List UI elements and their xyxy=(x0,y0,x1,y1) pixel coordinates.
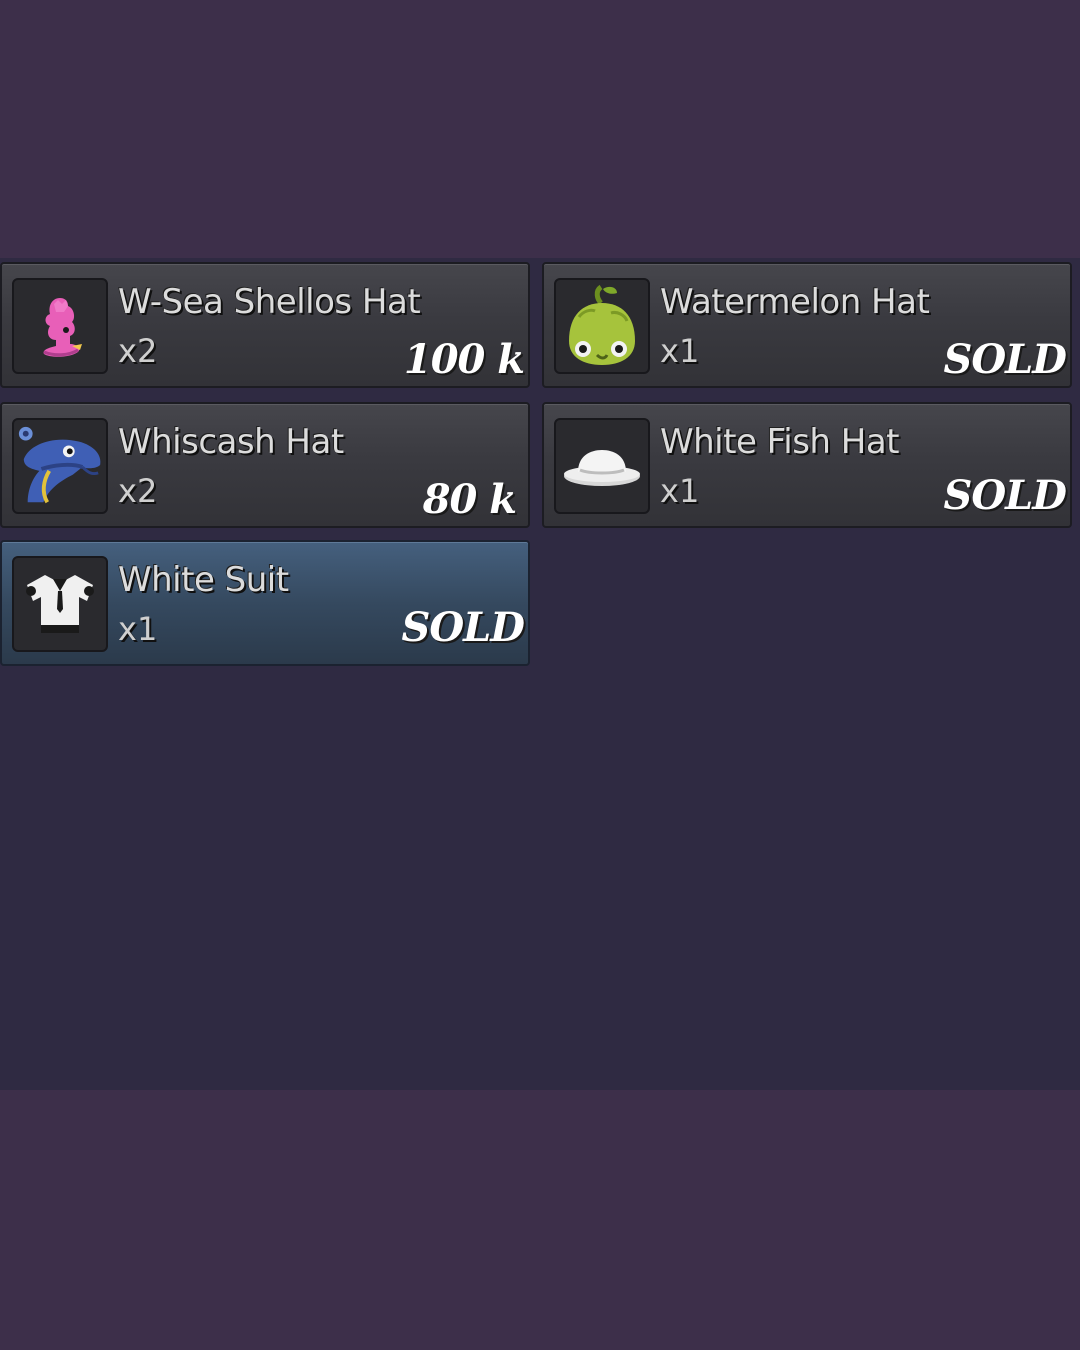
item-name: White Suit xyxy=(118,560,289,600)
white-fish-hat-icon xyxy=(564,450,640,486)
item-price: SOLD xyxy=(943,472,1067,519)
item-quantity: x1 xyxy=(660,332,700,370)
inventory-panel: W-Sea Shellos Hat x2 100 k Watermelon Ha… xyxy=(0,258,1080,1090)
item-slot-watermelon-hat[interactable]: Watermelon Hat x1 SOLD xyxy=(542,262,1072,388)
item-quantity: x1 xyxy=(118,610,158,648)
item-quantity: x2 xyxy=(118,472,158,510)
item-name: Whiscash Hat xyxy=(118,422,344,462)
item-slot-whiscash-hat[interactable]: Whiscash Hat x2 80 k xyxy=(0,402,530,528)
item-icon-frame xyxy=(554,418,650,514)
item-price: SOLD xyxy=(943,336,1067,383)
item-name: Watermelon Hat xyxy=(660,282,930,322)
item-name: White Fish Hat xyxy=(660,422,900,462)
item-slot-white-suit[interactable]: White Suit x1 SOLD xyxy=(0,540,530,666)
item-icon-frame xyxy=(12,278,108,374)
item-name: W-Sea Shellos Hat xyxy=(118,282,421,322)
item-price: 100 k xyxy=(403,336,525,383)
item-slot-white-fish-hat[interactable]: White Fish Hat x1 SOLD xyxy=(542,402,1072,528)
item-icon-frame xyxy=(12,418,108,514)
item-price: SOLD xyxy=(401,604,525,651)
pink-shellos-hat-icon xyxy=(43,298,82,357)
white-suit-icon xyxy=(26,575,94,633)
watermelon-hat-icon xyxy=(569,284,635,365)
item-quantity: x1 xyxy=(660,472,700,510)
item-slot-w-sea-shellos-hat[interactable]: W-Sea Shellos Hat x2 100 k xyxy=(0,262,530,388)
item-icon-frame xyxy=(554,278,650,374)
item-price: 80 k xyxy=(422,476,517,523)
whiscash-hat-icon xyxy=(18,426,101,504)
item-icon-frame xyxy=(12,556,108,652)
item-quantity: x2 xyxy=(118,332,158,370)
